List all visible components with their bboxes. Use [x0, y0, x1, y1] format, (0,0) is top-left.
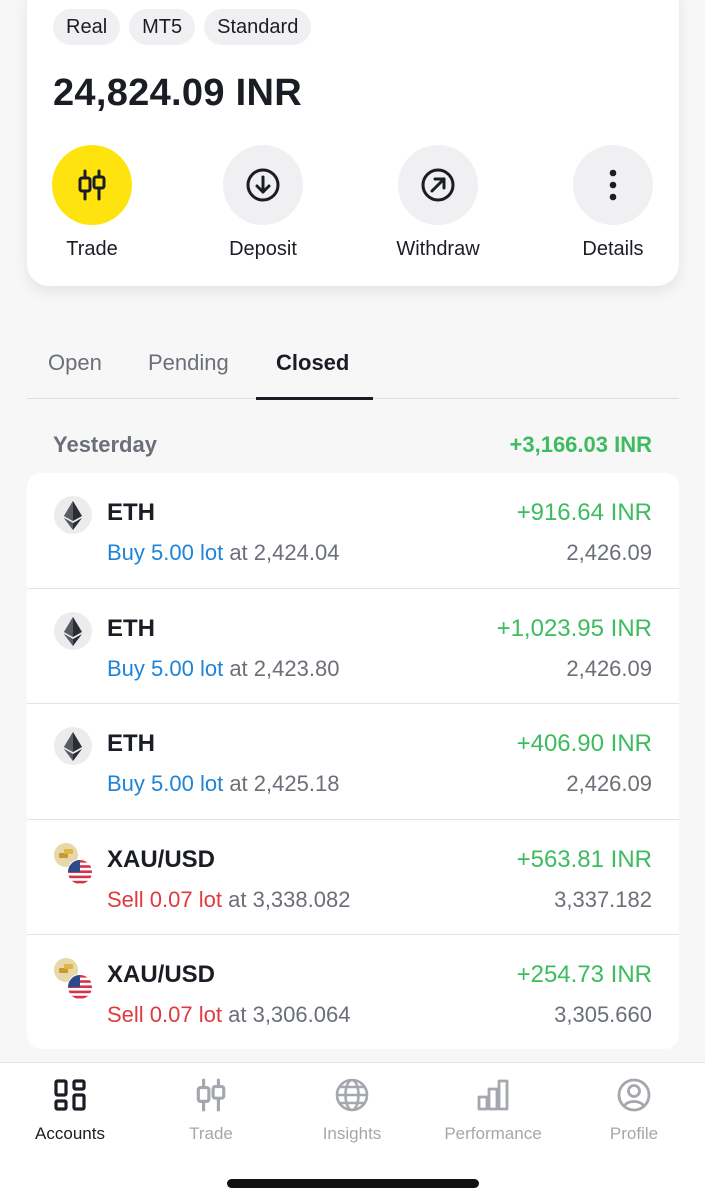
group-header: Yesterday +3,166.03 INR	[27, 432, 679, 462]
tag-mt5[interactable]: MT5	[129, 9, 196, 45]
account-tags: Real MT5 Standard	[53, 9, 312, 45]
bottom-nav: Accounts Trade Insights Performance Prof…	[0, 1062, 705, 1200]
trade-close-price: 2,426.09	[566, 655, 652, 681]
trade-row[interactable]: XAU/USD +563.81 INR Sell 0.07 lot at 3,3…	[27, 820, 679, 935]
deposit-button[interactable]: Deposit	[203, 145, 323, 261]
trade-at: at	[228, 1002, 247, 1027]
arrow-up-right-circle-icon	[421, 168, 455, 202]
nav-insights-label: Insights	[322, 1124, 382, 1143]
positions-tabs: Open Pending Closed	[27, 340, 679, 400]
nav-profile-label: Profile	[609, 1124, 659, 1143]
trade-at: at	[229, 540, 248, 565]
details-button-label: Details	[582, 238, 644, 260]
ethereum-icon	[54, 727, 92, 765]
nav-trade-label: Trade	[189, 1124, 233, 1143]
trade-button-label: Trade	[66, 238, 118, 260]
tab-closed[interactable]: Closed	[276, 350, 349, 376]
tab-pending[interactable]: Pending	[148, 350, 229, 376]
tag-real[interactable]: Real	[53, 9, 121, 45]
trade-open-price: 2,423.80	[253, 655, 340, 681]
trade-detail: Buy 5.00 lot at 2,425.18	[107, 771, 339, 797]
trade-pnl: +406.90 INR	[516, 730, 652, 757]
trade-close-price: 3,305.660	[554, 1002, 652, 1027]
account-balance: 24,824.09 INR	[53, 72, 302, 114]
gold-usd-flag-icon	[54, 958, 93, 1000]
trade-close-price: 3,337.182	[554, 886, 652, 912]
nav-accounts-label: Accounts	[35, 1124, 105, 1143]
gold-usd-flag-icon	[54, 842, 93, 885]
trade-detail: Sell 0.07 lot at 3,306.064	[107, 1002, 350, 1028]
trade-symbol: ETH	[107, 614, 155, 642]
trade-side: Buy 5.00 lot	[107, 540, 224, 565]
trade-at: at	[229, 655, 248, 681]
accounts-grid-icon	[54, 1079, 86, 1111]
trade-row[interactable]: ETH +406.90 INR Buy 5.00 lot at 2,425.18…	[27, 704, 679, 820]
group-date-label: Yesterday	[53, 432, 157, 457]
more-vertical-icon	[609, 169, 617, 201]
trade-open-price: 2,424.04	[253, 540, 340, 565]
nav-profile[interactable]: Profile	[564, 1077, 704, 1144]
nav-trade[interactable]: Trade	[141, 1077, 281, 1144]
trade-open-price: 2,425.18	[253, 771, 340, 796]
closed-trades-list: ETH +916.64 INR Buy 5.00 lot at 2,424.04…	[27, 473, 679, 1049]
trade-pnl: +254.73 INR	[516, 961, 652, 988]
globe-icon	[335, 1078, 369, 1112]
trade-at: at	[229, 771, 248, 796]
trade-symbol: ETH	[107, 730, 155, 757]
tag-standard[interactable]: Standard	[204, 9, 312, 45]
trade-row[interactable]: ETH +916.64 INR Buy 5.00 lot at 2,424.04…	[27, 473, 679, 589]
withdraw-button-label: Withdraw	[396, 238, 480, 260]
trade-detail: Buy 5.00 lot at 2,423.80	[107, 656, 339, 682]
trade-symbol: XAU/USD	[107, 845, 216, 873]
trade-side: Sell 0.07 lot	[107, 1002, 222, 1027]
bar-chart-icon	[477, 1079, 509, 1111]
withdraw-button[interactable]: Withdraw	[378, 145, 498, 261]
trade-symbol: ETH	[107, 499, 155, 526]
nav-accounts[interactable]: Accounts	[0, 1077, 140, 1144]
trade-symbol: XAU/USD	[107, 961, 216, 988]
trade-side: Buy 5.00 lot	[107, 771, 224, 796]
trade-pnl: +916.64 INR	[516, 499, 652, 526]
home-indicator[interactable]	[227, 1179, 479, 1188]
trade-open-price: 3,338.082	[252, 886, 351, 912]
nav-performance-label: Performance	[444, 1124, 542, 1143]
tab-open[interactable]: Open	[48, 350, 102, 376]
trade-row[interactable]: XAU/USD +254.73 INR Sell 0.07 lot at 3,3…	[27, 935, 679, 1049]
account-actions: Trade Deposit Withdraw Details	[27, 145, 679, 265]
ethereum-icon	[54, 496, 92, 534]
trade-at: at	[228, 886, 247, 912]
trade-detail: Sell 0.07 lot at 3,338.082	[107, 887, 350, 913]
ethereum-icon	[54, 611, 92, 650]
trade-open-price: 3,306.064	[252, 1002, 351, 1027]
trade-detail: Buy 5.00 lot at 2,424.04	[107, 540, 339, 566]
trade-side: Sell 0.07 lot	[107, 886, 222, 912]
trade-button[interactable]: Trade	[32, 145, 152, 261]
details-button[interactable]: Details	[553, 145, 673, 261]
trade-side: Buy 5.00 lot	[107, 655, 224, 681]
trade-row[interactable]: ETH +1,023.95 INR Buy 5.00 lot at 2,423.…	[27, 589, 679, 704]
nav-performance[interactable]: Performance	[423, 1077, 563, 1144]
deposit-button-label: Deposit	[229, 238, 297, 260]
user-circle-icon	[617, 1078, 651, 1112]
account-card: Real MT5 Standard 24,824.09 INR Trade De…	[27, 0, 679, 286]
trade-pnl: +1,023.95 INR	[496, 614, 652, 642]
trade-pnl: +563.81 INR	[516, 845, 652, 873]
trade-close-price: 2,426.09	[566, 771, 652, 796]
arrow-down-circle-icon	[246, 168, 280, 202]
active-tab-indicator	[256, 396, 373, 400]
trade-close-price: 2,426.09	[566, 540, 652, 565]
nav-insights[interactable]: Insights	[282, 1077, 422, 1144]
candlestick-icon	[196, 1078, 226, 1112]
group-total-pnl: +3,166.03 INR	[509, 432, 652, 457]
candlestick-icon	[78, 169, 106, 201]
